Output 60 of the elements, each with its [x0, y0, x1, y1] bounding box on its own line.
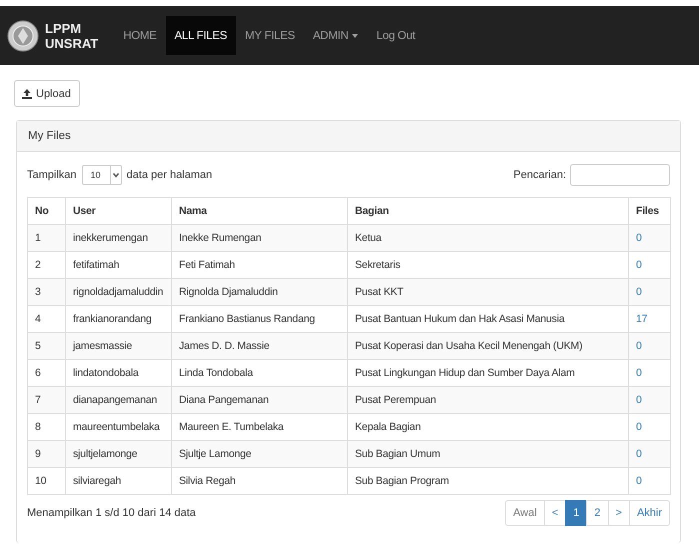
file-count-link[interactable]: 0 [636, 394, 642, 406]
table-cell: Inekke Rumengan [172, 224, 348, 252]
upload-icon [22, 88, 32, 98]
table-cell: Sub Bagian Program [348, 468, 628, 494]
nav-link[interactable]: MY FILES [236, 16, 304, 55]
table-cell: 5 [28, 332, 66, 360]
table-cell: 10 [28, 468, 66, 494]
table-cell: 3 [28, 278, 66, 306]
table-cell: Sjultje Lamonge [172, 440, 348, 468]
table-cell: 9 [28, 440, 66, 468]
table-cell: Pusat KKT [348, 278, 628, 306]
page-link[interactable]: 1 [565, 500, 588, 526]
nav-link[interactable]: HOME [114, 16, 166, 55]
table-cell: inekkerumengan [66, 224, 172, 252]
table-cell: Pusat Koperasi dan Usaha Kecil Menengah (UKM) [348, 332, 628, 360]
chevron-icon [110, 166, 121, 184]
file-count-link[interactable]: 17 [636, 313, 648, 325]
file-count-link[interactable]: 0 [636, 340, 642, 352]
brand-text[interactable]: UNSRAT [45, 36, 98, 50]
file-count-link[interactable]: 0 [636, 475, 642, 487]
table-cell: Ketua [348, 224, 628, 252]
nav-link[interactable]: Log Out [367, 16, 424, 55]
column-header[interactable]: Bagian [348, 198, 628, 224]
search-field[interactable] [570, 164, 670, 186]
table-cell: rignoldadjamaluddin [66, 278, 172, 306]
table-cell: silviaregah [66, 468, 172, 494]
nav-link[interactable]: ALL FILES [166, 16, 236, 55]
page-link[interactable]: < [544, 500, 566, 526]
file-count-link[interactable]: 0 [636, 232, 642, 244]
table-cell: 1 [28, 224, 66, 252]
file-count-link[interactable]: 0 [636, 286, 642, 298]
length-label: data per halaman [126, 169, 212, 181]
search-label: Pencarian: [513, 169, 566, 181]
table-cell: jamesmassie [66, 332, 172, 360]
table-cell: Silvia Regah [172, 468, 348, 494]
table-cell: Pusat Perempuan [348, 386, 628, 414]
brand-text[interactable]: LPPM [45, 20, 98, 36]
page-link[interactable]: > [608, 500, 630, 526]
page-size-select[interactable]: 10 [82, 165, 122, 185]
file-count-link[interactable]: 0 [636, 421, 642, 433]
table-cell: dianapangemanan [66, 386, 172, 414]
table-cell: sjultjelamonge [66, 440, 172, 468]
table-cell: 7 [28, 386, 66, 414]
column-header[interactable]: Nama [172, 198, 348, 224]
table-cell: Diana Pangemanan [172, 386, 348, 414]
panel-title: My Files [28, 130, 71, 142]
page-link[interactable]: 2 [586, 500, 608, 526]
file-count-link[interactable]: 0 [636, 367, 642, 379]
nav-dropdown[interactable]: ADMIN [304, 16, 368, 55]
page-link[interactable]: Akhir [628, 500, 670, 526]
upload-button[interactable]: Upload [14, 80, 80, 107]
file-count-link[interactable]: 0 [636, 448, 642, 460]
table-cell: Rignolda Djamaluddin [172, 278, 348, 306]
file-count-link[interactable]: 0 [636, 259, 642, 271]
length-label: Tampilkan [27, 169, 77, 181]
emblem-icon [7, 20, 39, 52]
table-cell: James D. D. Massie [172, 332, 348, 360]
table-cell: Sub Bagian Umum [348, 440, 628, 468]
column-header[interactable]: No [28, 198, 66, 224]
table-info: Menampilkan 1 s/d 10 dari 14 data [27, 507, 196, 519]
